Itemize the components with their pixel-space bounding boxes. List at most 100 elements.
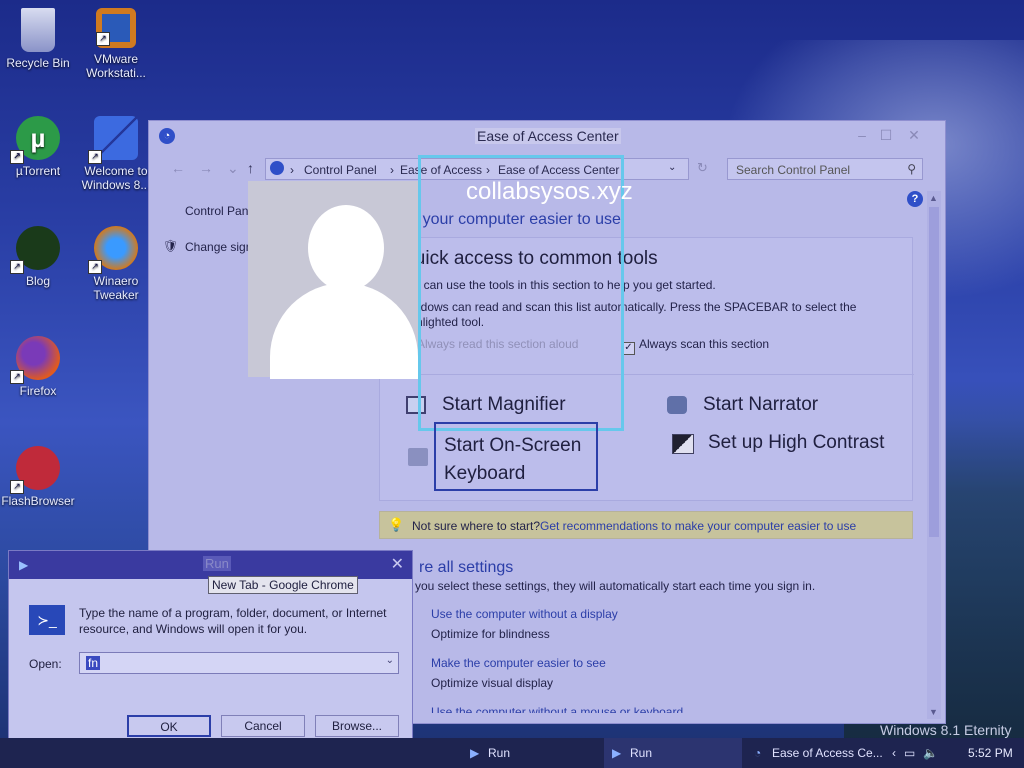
breadcrumb-arrow-icon: › xyxy=(390,163,394,177)
desktop-icon-vmware[interactable]: ↗ VMware Workstati... xyxy=(78,8,154,80)
flashbrowser-icon: ↗ xyxy=(10,446,60,494)
taskbar-item-run-1[interactable]: ▶ Run xyxy=(462,738,600,768)
system-tray: ‹ ▭ 🔈 xyxy=(892,746,946,760)
forward-icon[interactable]: → xyxy=(199,160,213,176)
set-up-high-contrast-button[interactable]: Set up High Contrast xyxy=(672,432,885,454)
use-without-display-link[interactable]: Use the computer without a display xyxy=(431,607,618,621)
close-button[interactable]: ✕ xyxy=(901,125,927,145)
keyboard-focus-outline xyxy=(434,422,598,491)
desktop-icon-label: Firefox xyxy=(19,384,57,398)
chevron-down-icon[interactable]: ⌄ xyxy=(227,160,239,177)
desktop-icon-label: Welcome to Windows 8... xyxy=(81,164,151,192)
utorrent-icon: µ ↗ xyxy=(10,116,60,164)
taskbar-item-label: Run xyxy=(488,746,511,760)
scan-label: Always scan this section xyxy=(639,337,770,351)
desktop-icon-flashbrowser[interactable]: ↗ FlashBrowser xyxy=(0,446,76,508)
scroll-down-icon[interactable]: ▼ xyxy=(929,707,938,717)
scan-checkbox[interactable]: ✓ Always scan this section xyxy=(622,337,769,355)
explore-intro: you select these settings, they will aut… xyxy=(415,579,816,593)
search-icon[interactable]: ⚲ xyxy=(907,162,916,176)
close-icon[interactable]: ✕ xyxy=(391,554,404,574)
taskbar-item-label: Run xyxy=(630,746,653,760)
window-title: Ease of Access Center xyxy=(475,128,621,144)
window-title-bar[interactable]: ◔ Ease of Access Center – ☐ ✕ xyxy=(149,121,945,151)
narrator-icon xyxy=(667,396,687,414)
desktop-icon-utorrent[interactable]: µ ↗ µTorrent xyxy=(0,116,76,178)
vmware-icon: ↗ xyxy=(96,8,136,48)
keyboard-icon xyxy=(408,448,428,466)
taskbar: ▶ Run ▶ Run ◔ Ease of Access Ce... ‹ ▭ 🔈 5… xyxy=(0,738,1024,768)
run-title-bar[interactable]: ▶ Run ✕ xyxy=(9,551,412,579)
desktop-icon-recycle-bin[interactable]: Recycle Bin xyxy=(0,8,76,70)
firefox-icon: ↗ xyxy=(10,336,60,384)
search-input[interactable]: Search Control Panel ⚲ xyxy=(727,158,923,180)
windows-logo-icon: ↗ xyxy=(88,116,138,164)
desktop-icon-label: Recycle Bin xyxy=(6,56,70,70)
up-icon[interactable]: ↑ xyxy=(247,160,254,176)
watermark: collabsysos.xyz xyxy=(466,178,633,205)
lightbulb-icon: 💡 xyxy=(388,517,405,532)
open-combobox[interactable]: fn ⌄ xyxy=(79,652,399,674)
start-narrator-button[interactable]: Start Narrator xyxy=(667,394,819,416)
browse-button[interactable]: Browse... xyxy=(315,715,399,737)
desktop-icon-label: Blog xyxy=(25,274,51,288)
blog-icon: ↗ xyxy=(10,226,60,274)
desktop-icon-firefox[interactable]: ↗ Firefox xyxy=(0,336,76,398)
control-panel-icon: ◔ xyxy=(159,128,175,144)
clock[interactable]: 5:52 PM xyxy=(968,746,1013,760)
desktop-icon-label: FlashBrowser xyxy=(1,494,75,508)
recommendation-tip: 💡 Not sure where to start? Get recommend… xyxy=(379,511,913,539)
desktop-icon-welcome[interactable]: ↗ Welcome to Windows 8... xyxy=(78,116,154,192)
open-input-value[interactable]: fn xyxy=(86,656,101,670)
desktop-icon-blog[interactable]: ↗ Blog xyxy=(0,226,76,288)
recycle-bin-icon xyxy=(21,8,55,52)
volume-muted-icon[interactable]: 🔈 xyxy=(923,746,938,760)
avatar-head xyxy=(308,205,384,291)
ok-button[interactable]: OK xyxy=(127,715,211,737)
taskbar-item-label: Ease of Access Ce... xyxy=(772,746,883,760)
avatar-body xyxy=(270,283,418,379)
easier-to-see-desc: Optimize visual display xyxy=(431,676,554,690)
desktop-icon-label: Winaero Tweaker xyxy=(93,274,139,302)
cancel-button[interactable]: Cancel xyxy=(221,715,305,737)
scrollbar[interactable]: ▲ ▼ xyxy=(927,191,941,719)
explore-heading: re all settings xyxy=(419,559,514,576)
start-narrator-label: Start Narrator xyxy=(703,394,819,415)
windows-version-text: Windows 8.1 Eternity xyxy=(880,722,1012,738)
taskbar-tooltip: New Tab - Google Chrome xyxy=(208,576,358,594)
run-icon: ▶ xyxy=(612,746,622,760)
run-icon: ▶ xyxy=(19,558,29,572)
run-description: Type the name of a program, folder, docu… xyxy=(79,606,387,636)
desktop-icon-winaero[interactable]: ↗ Winaero Tweaker xyxy=(78,226,154,302)
network-icon[interactable]: ▭ xyxy=(904,746,915,760)
winaero-icon: ↗ xyxy=(88,226,138,274)
maximize-button[interactable]: ☐ xyxy=(873,125,899,145)
desktop-icon-label: VMware Workstati... xyxy=(86,52,146,80)
breadcrumb-arrow-icon: › xyxy=(290,163,294,177)
easier-to-see-link[interactable]: Make the computer easier to see xyxy=(431,656,606,670)
tip-text: Not sure where to start? xyxy=(412,519,541,533)
tray-chevron-icon[interactable]: ‹ xyxy=(892,746,896,760)
use-without-display-desc: Optimize for blindness xyxy=(431,627,550,641)
scroll-thumb[interactable] xyxy=(929,207,939,537)
run-title: Run xyxy=(203,556,231,571)
high-contrast-label: Set up High Contrast xyxy=(708,432,885,453)
back-icon[interactable]: ← xyxy=(171,160,185,176)
run-program-icon: ≻_ xyxy=(29,605,65,635)
taskbar-item-ease-of-access[interactable]: ◔ Ease of Access Ce... xyxy=(746,738,884,768)
refresh-icon[interactable]: ↻ xyxy=(697,160,708,176)
chevron-down-icon[interactable]: ⌄ xyxy=(386,655,394,666)
open-label: Open: xyxy=(29,657,62,671)
address-dropdown-icon[interactable]: ⌄ xyxy=(668,162,676,173)
contrast-icon xyxy=(672,434,694,454)
get-recommendations-link[interactable]: Get recommendations to make your compute… xyxy=(540,519,856,533)
breadcrumb-control-panel[interactable]: Control Panel xyxy=(304,163,377,177)
without-mouse-keyboard-link[interactable]: Use the computer without a mouse or keyb… xyxy=(431,705,683,713)
control-panel-small-icon xyxy=(270,161,284,175)
scroll-up-icon[interactable]: ▲ xyxy=(929,193,938,203)
control-panel-icon: ◔ xyxy=(754,746,762,760)
taskbar-item-run-2[interactable]: ▶ Run xyxy=(604,738,742,768)
desktop-icon-label: µTorrent xyxy=(15,164,61,178)
user-avatar xyxy=(248,181,418,379)
minimize-button[interactable]: – xyxy=(849,125,875,145)
